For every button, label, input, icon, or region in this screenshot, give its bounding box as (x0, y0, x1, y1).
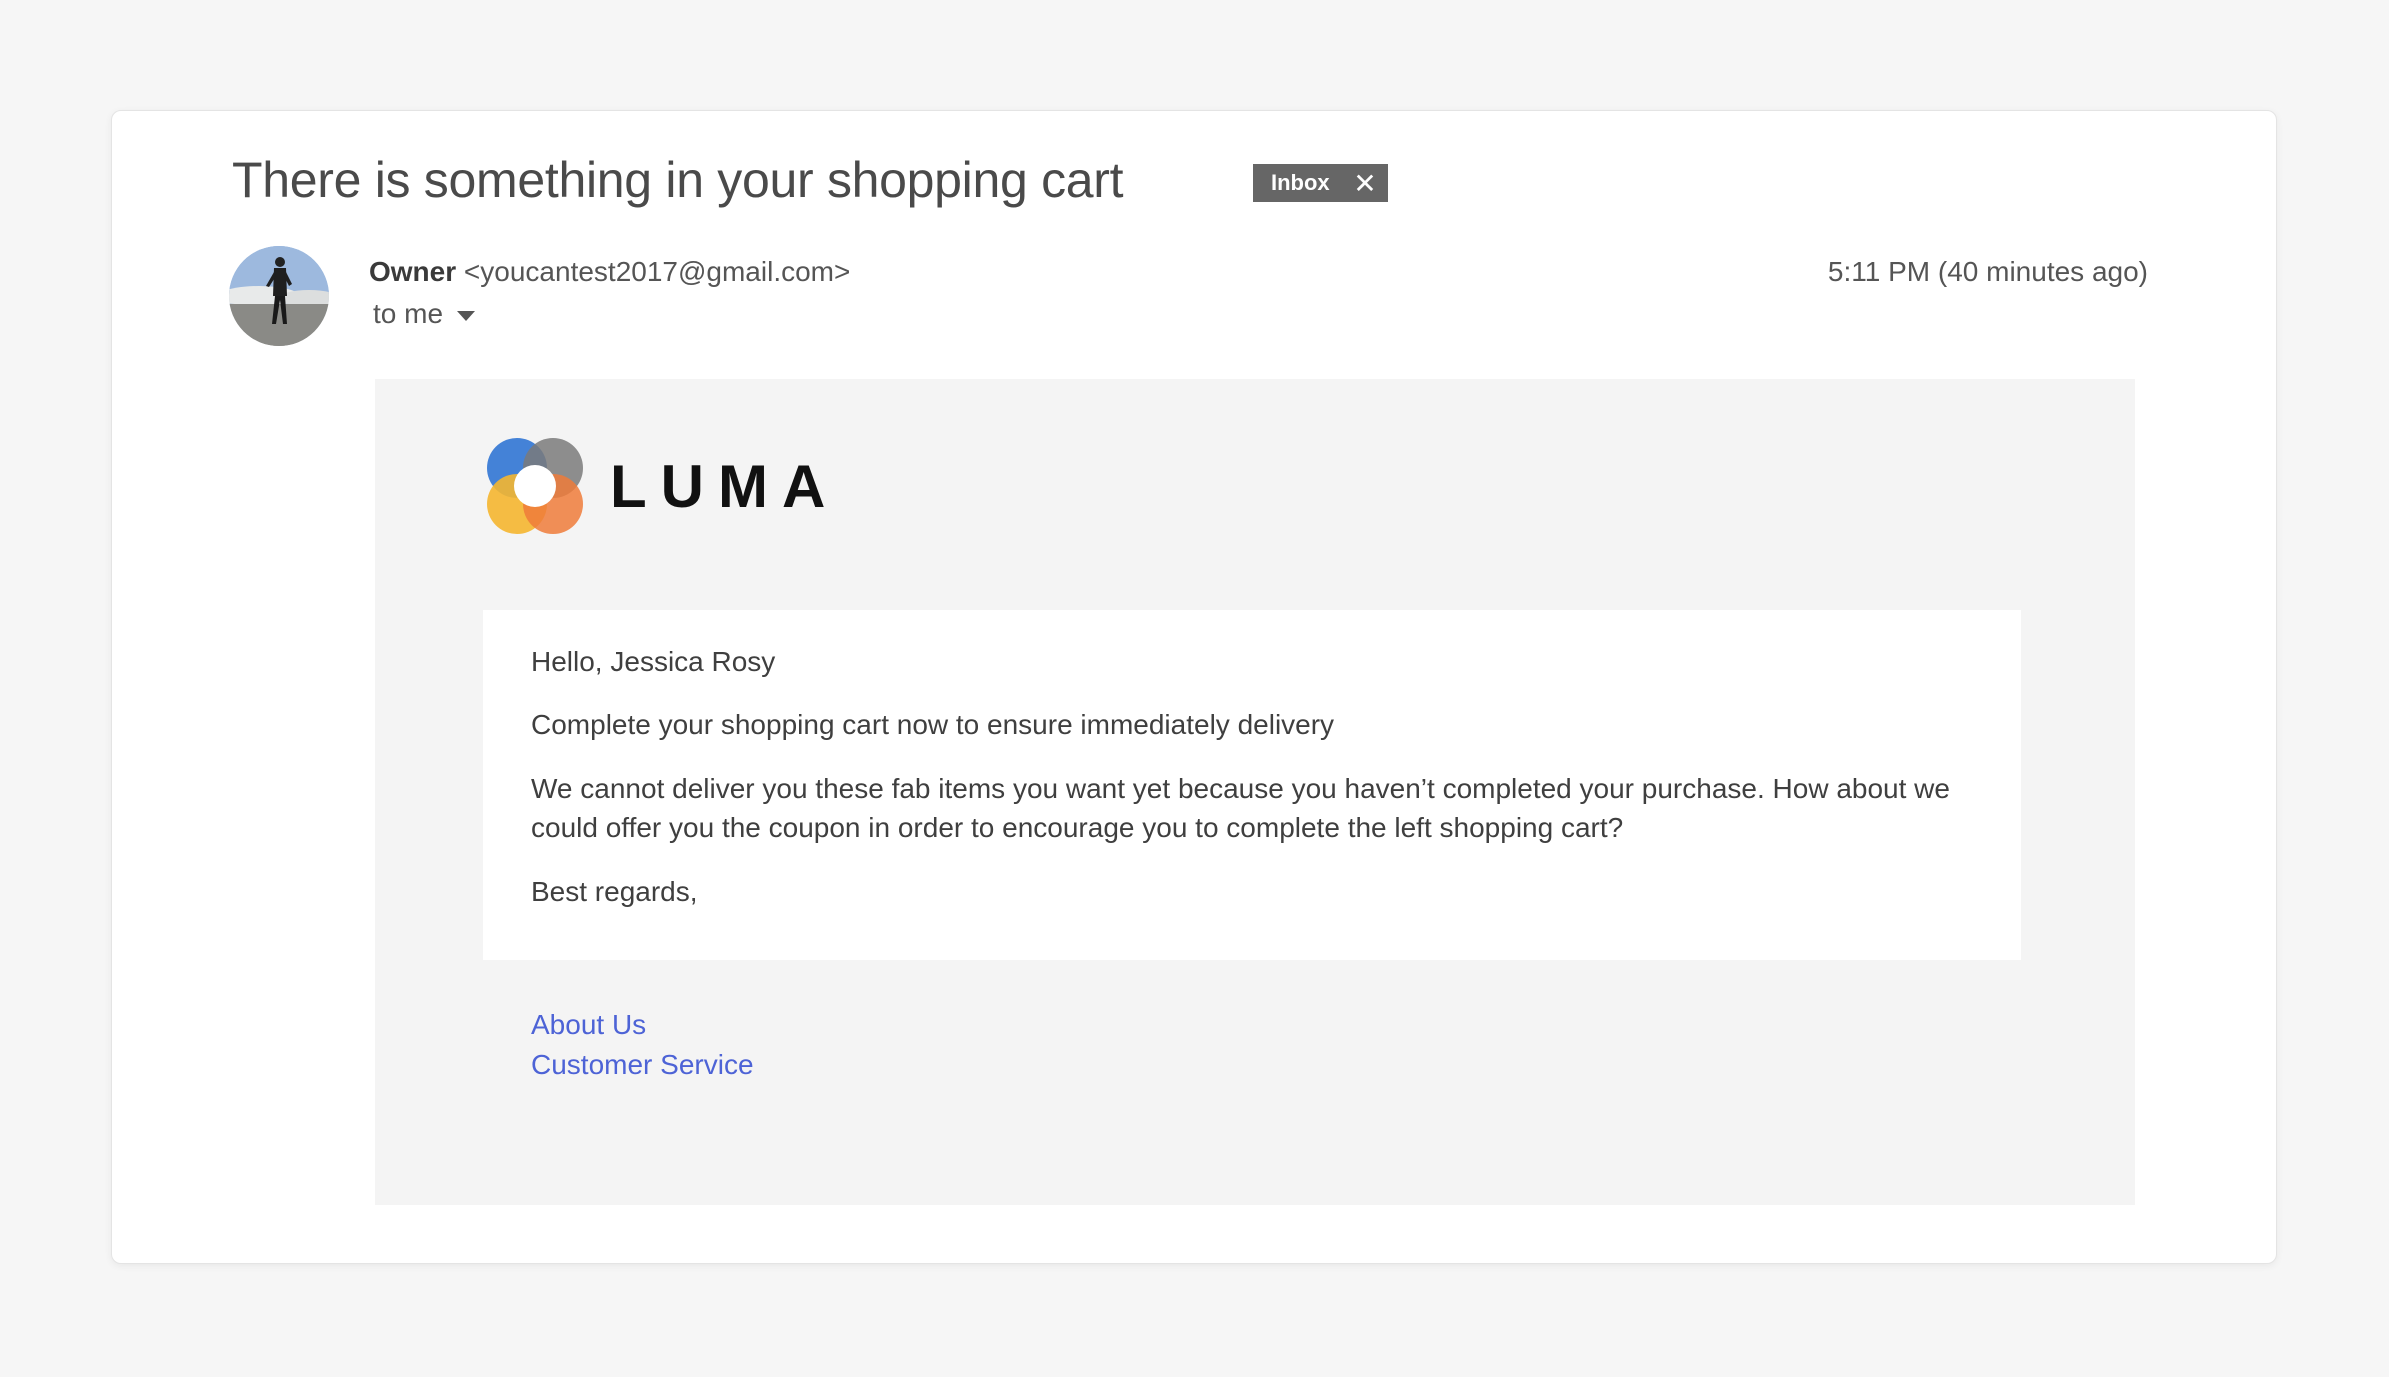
avatar-photo (229, 246, 329, 346)
close-icon[interactable]: ✕ (1352, 168, 1378, 199)
signoff: Best regards, (531, 876, 698, 907)
inbox-label-chip[interactable]: Inbox ✕ (1253, 164, 1388, 202)
message-paragraph: We cannot deliver you these fab items yo… (531, 773, 1950, 843)
chevron-down-icon[interactable] (457, 311, 476, 321)
about-us-link[interactable]: About Us (531, 1005, 754, 1045)
email-subject: There is something in your shopping cart (232, 152, 1124, 208)
brand-name: LUMA (610, 452, 840, 520)
recipient-toggle[interactable]: to me (373, 298, 476, 330)
footer-links: About Us Customer Service (531, 1005, 754, 1085)
luma-logo-icon (487, 438, 583, 534)
greeting: Hello, Jessica Rosy (531, 646, 776, 677)
email-view: There is something in your shopping cart… (111, 110, 2277, 1264)
customer-service-link[interactable]: Customer Service (531, 1045, 754, 1085)
label-text: Inbox (1271, 170, 1330, 195)
sender-name[interactable]: Owner (369, 256, 456, 287)
headline: Complete your shopping cart now to ensur… (531, 709, 1335, 740)
avatar[interactable] (229, 246, 329, 346)
message-box: Hello, Jessica Rosy Complete your shoppi… (483, 610, 2021, 960)
sender-email: <youcantest2017@gmail.com> (463, 256, 851, 287)
brand-logo: LUMA (482, 433, 839, 539)
sender-line: Owner <youcantest2017@gmail.com> (369, 256, 850, 288)
email-timestamp: 5:11 PM (40 minutes ago) (1827, 256, 2148, 287)
email-content: LUMA Hello, Jessica Rosy Complete your s… (375, 379, 2135, 1205)
recipient-label: to me (373, 298, 444, 329)
